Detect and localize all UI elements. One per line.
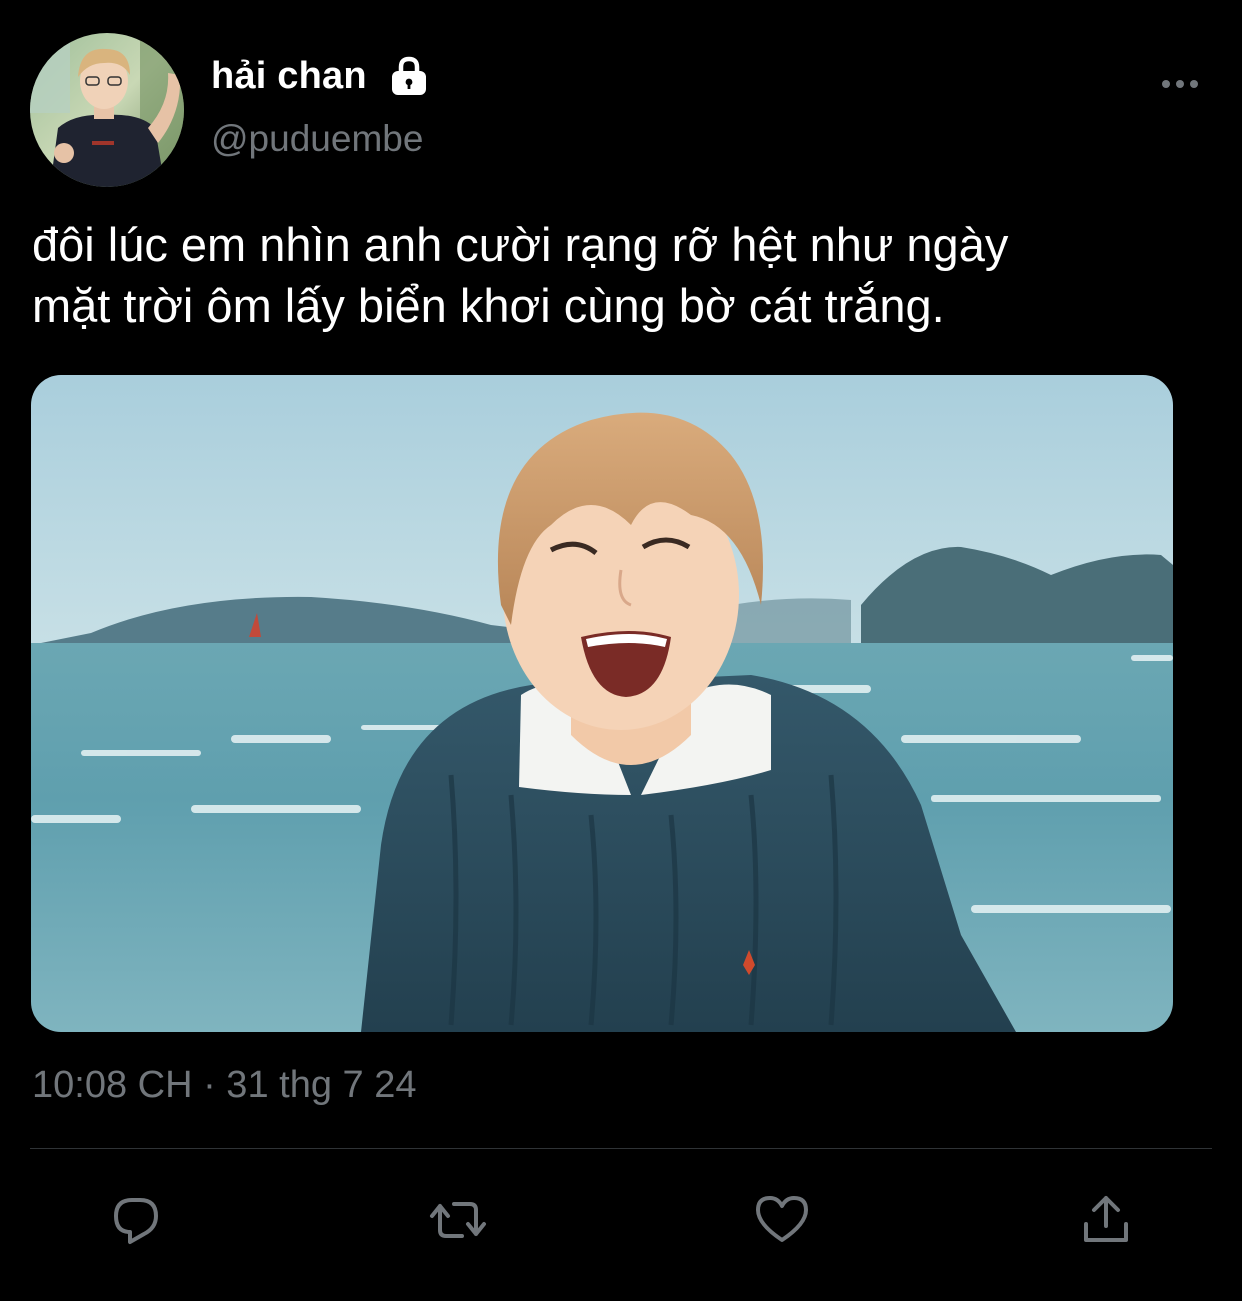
author-display-name[interactable]: hải chan	[211, 55, 367, 98]
like-button[interactable]	[752, 1190, 812, 1250]
divider	[30, 1148, 1212, 1149]
avatar-image	[30, 33, 184, 187]
retweet-button[interactable]	[428, 1190, 488, 1250]
author-handle[interactable]: @puduembe	[211, 118, 423, 160]
heart-icon	[756, 1196, 808, 1242]
tweet-text: đôi lúc em nhìn anh cười rạng rỡ hệt như…	[32, 214, 1222, 336]
share-icon	[1084, 1196, 1128, 1242]
retweet-icon	[430, 1202, 486, 1238]
tweet-timestamp[interactable]: 10:08 CH · 31 thg 7 24	[32, 1064, 416, 1107]
share-button[interactable]	[1076, 1190, 1136, 1250]
reply-icon	[114, 1198, 158, 1244]
author-name-row: hải chan	[211, 52, 429, 100]
lock-icon	[389, 55, 429, 97]
author-avatar[interactable]	[30, 33, 184, 187]
more-options-icon[interactable]	[1160, 72, 1200, 96]
photo-image	[31, 375, 1173, 1032]
tweet-text-line: đôi lúc em nhìn anh cười rạng rỡ hệt như…	[32, 218, 1009, 271]
tweet-text-line: mặt trời ôm lấy biển khơi cùng bờ cát tr…	[32, 279, 945, 332]
reply-button[interactable]	[106, 1190, 166, 1250]
tweet-media-photo[interactable]	[31, 375, 1173, 1032]
